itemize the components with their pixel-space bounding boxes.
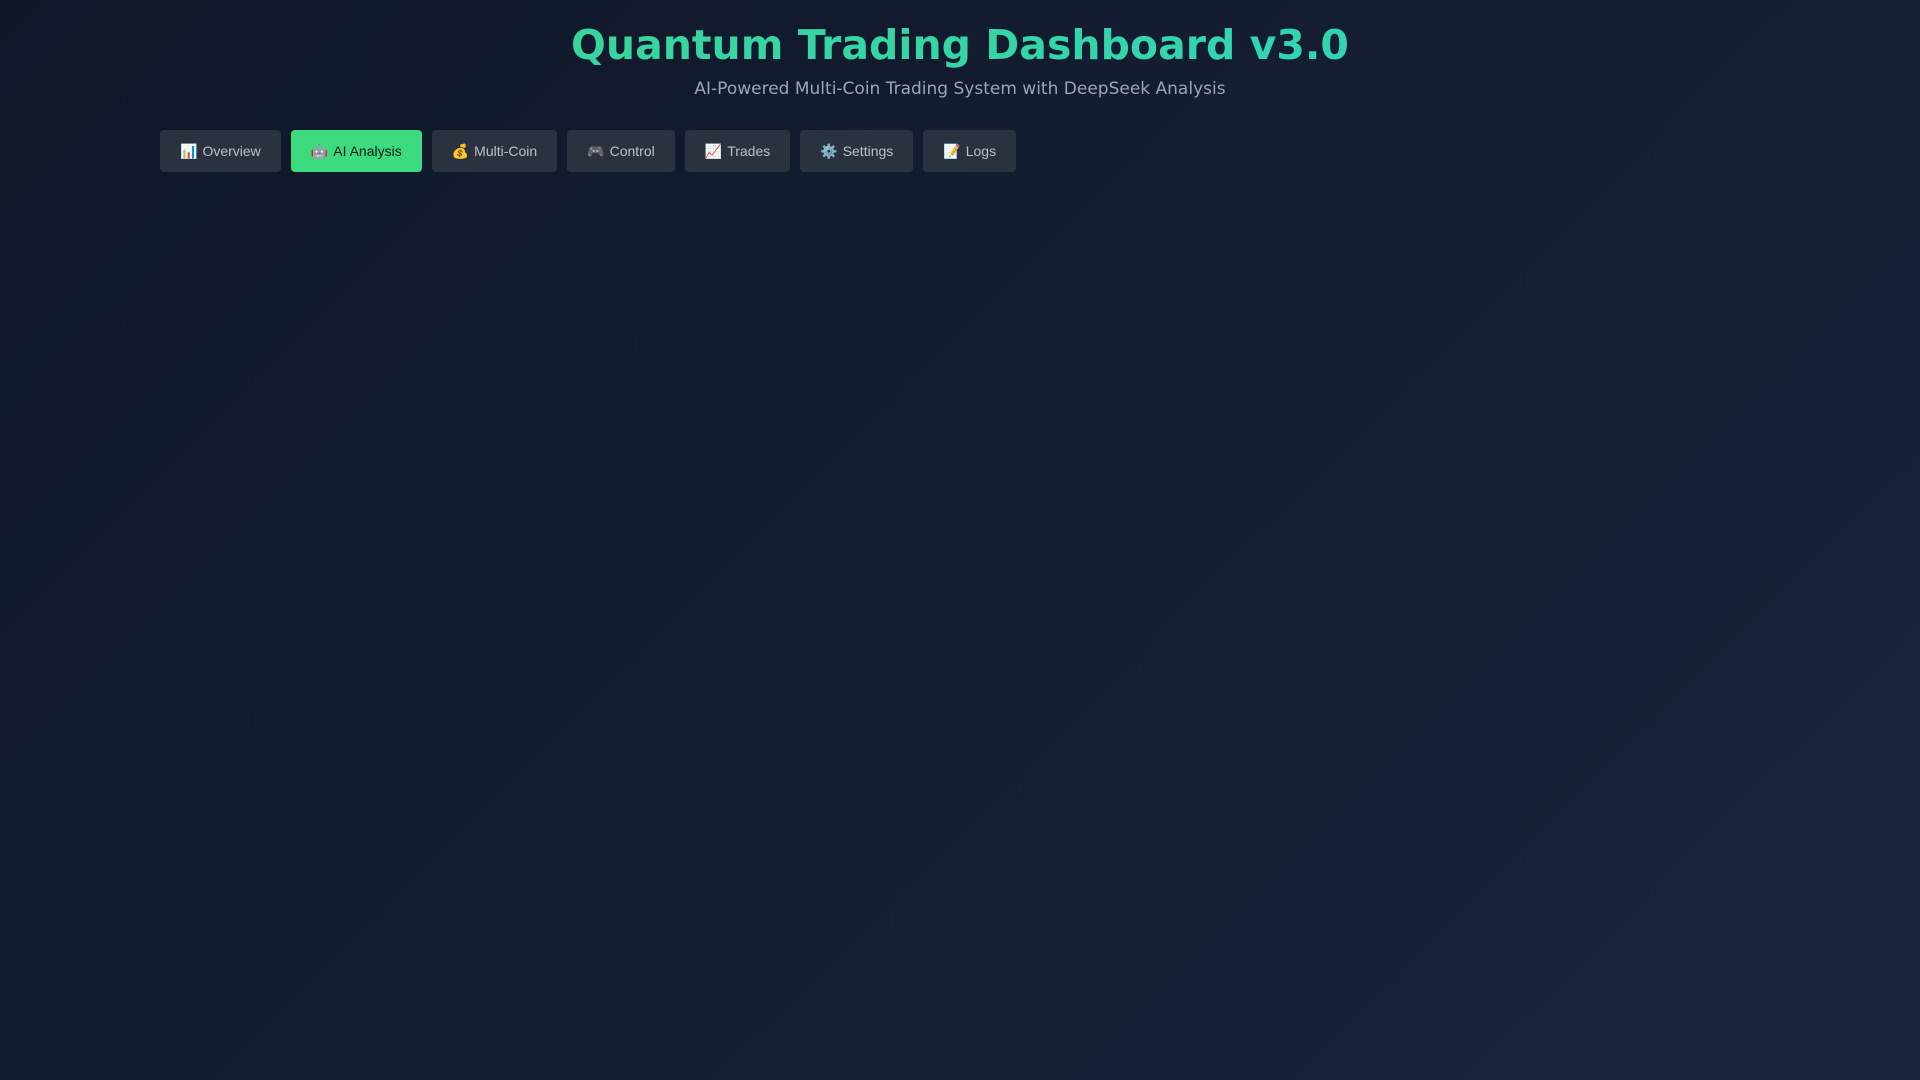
tab-label: Multi-Coin: [474, 143, 538, 159]
tab-trades[interactable]: 📈 Trades: [684, 130, 791, 172]
tab-ai-analysis[interactable]: 🤖 AI Analysis: [290, 130, 422, 172]
tab-label: Trades: [727, 143, 771, 159]
tab-label: AI Analysis: [333, 143, 402, 159]
tab-bar: 📊 Overview 🤖 AI Analysis 💰 Multi-Coin 🎮 …: [160, 130, 1017, 172]
tab-control[interactable]: 🎮 Control: [567, 130, 675, 172]
money-bag-icon: 💰: [451, 142, 470, 159]
tab-label: Logs: [965, 143, 997, 159]
bar-chart-icon: 📊: [180, 142, 198, 159]
tab-logs[interactable]: 📝 Logs: [923, 130, 1017, 172]
page-title: Quantum Trading Dashboard v3.0: [0, 20, 1920, 70]
gear-icon: ⚙️: [820, 142, 838, 159]
tab-multi-coin[interactable]: 💰 Multi-Coin: [431, 130, 558, 172]
tab-overview[interactable]: 📊 Overview: [160, 130, 281, 172]
page-subtitle: AI-Powered Multi-Coin Trading System wit…: [694, 79, 1226, 99]
tab-settings[interactable]: ⚙️ Settings: [800, 130, 914, 172]
memo-icon: 📝: [943, 142, 961, 159]
tab-label: Settings: [842, 143, 894, 159]
tab-label: Overview: [202, 143, 261, 159]
game-controller-icon: 🎮: [587, 142, 605, 159]
robot-icon: 🤖: [310, 142, 329, 159]
trending-up-icon: 📈: [704, 142, 723, 159]
tab-label: Control: [609, 143, 655, 159]
